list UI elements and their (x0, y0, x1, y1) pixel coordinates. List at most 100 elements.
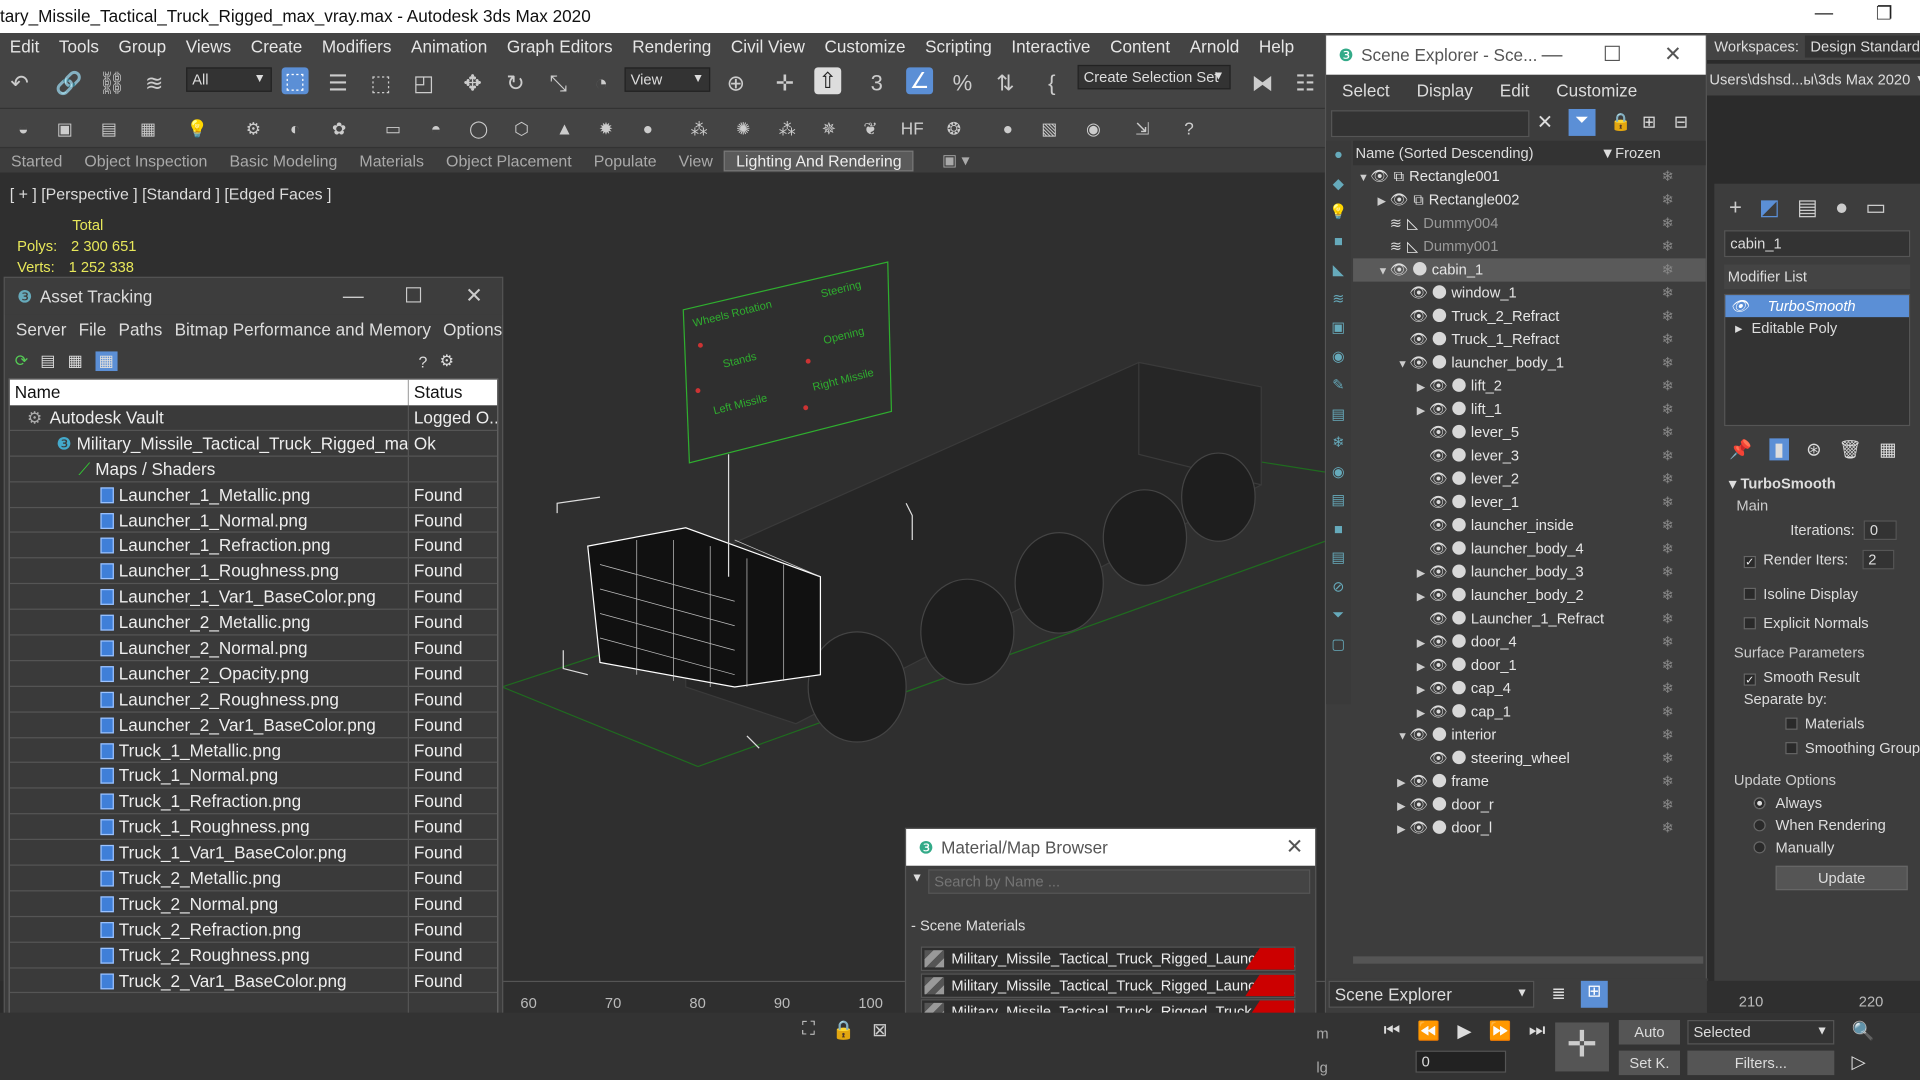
show-end-result-icon[interactable]: ▮ (1769, 438, 1789, 461)
isoline-checkbox[interactable] (1743, 587, 1756, 601)
scene-node[interactable]: ▶ 👁 door_4 ❄ (1353, 631, 1706, 654)
asset-tracking-titlebar[interactable]: ❸ Asset Tracking — ☐ ✕ (4, 277, 503, 315)
always-radio[interactable] (1753, 797, 1766, 810)
menu-arnold[interactable]: Arnold (1180, 37, 1249, 57)
freeze-icon[interactable]: ❄ (1662, 305, 1674, 328)
freeze-icon[interactable]: ❄ (1662, 328, 1674, 351)
menu-help[interactable]: Help (1249, 37, 1304, 57)
menu-tools[interactable]: Tools (49, 37, 109, 57)
freeze-icon[interactable]: ❄ (1662, 375, 1674, 398)
motion-tab-icon[interactable]: ● (1835, 194, 1848, 220)
materials-checkbox[interactable] (1785, 717, 1798, 730)
freeze-icon[interactable]: ❄ (1662, 561, 1674, 584)
asset-row[interactable]: Launcher_2_Opacity.png Found (9, 661, 498, 687)
when-rendering-row[interactable]: When Rendering (1753, 817, 1910, 834)
maximize-icon[interactable]: ☐ (404, 284, 423, 308)
scene-node[interactable]: 👁 Launcher_1_Refract ❄ (1353, 607, 1706, 630)
freeze-icon[interactable]: ❄ (1662, 770, 1674, 793)
visibility-eye-icon[interactable]: 👁 (1429, 563, 1448, 580)
explicit-normals-checkbox[interactable] (1743, 617, 1756, 630)
asset-menu-options[interactable]: Options (437, 320, 508, 340)
align-icon[interactable]: ☷ (1292, 70, 1319, 97)
explicit-normals-row[interactable]: Explicit Normals (1743, 615, 1911, 632)
visibility-eye-icon[interactable]: 👁 (1409, 796, 1428, 813)
scene-node[interactable]: 👁 lever_1 ❄ (1353, 491, 1706, 514)
column-header-name[interactable]: Name (10, 379, 409, 406)
expand-toggle-icon[interactable]: ▶ (1417, 376, 1429, 399)
scene-node[interactable]: ▶ 👁 door_r ❄ (1353, 793, 1706, 816)
ribbon-tab-lighting-and-rendering[interactable]: Lighting And Rendering (723, 150, 914, 171)
menu-modifiers[interactable]: Modifiers (312, 37, 401, 57)
clear-search-icon[interactable]: ✕ (1537, 110, 1553, 134)
freeze-icon[interactable]: ❄ (1662, 747, 1674, 770)
previous-frame-icon[interactable]: ⏪ (1417, 1020, 1440, 1042)
visibility-eye-icon[interactable]: 👁 (1409, 726, 1428, 743)
scene-node[interactable]: ▶ 👁 lift_2 ❄ (1353, 375, 1706, 398)
ribbon-tab-populate[interactable]: Populate (583, 151, 668, 169)
scene-node[interactable]: 👁 lever_3 ❄ (1353, 444, 1706, 467)
named-selection-icon[interactable]: { (1038, 70, 1065, 97)
smoothing-groups-row[interactable]: Smoothing Groups (1785, 740, 1920, 757)
remove-modifier-icon[interactable]: 🗑 (1839, 438, 1862, 461)
box-icon[interactable]: ▭ (380, 115, 407, 142)
scene-node[interactable]: 👁 window_1 ❄ (1353, 282, 1706, 305)
scene-node[interactable]: ▼👁 ⧉ Rectangle001 ❄ (1353, 165, 1706, 188)
asset-row[interactable]: Truck_1_Refraction.png Found (9, 789, 498, 815)
explorer-menu-select[interactable]: Select (1336, 81, 1396, 101)
scene-node[interactable]: ▼👁 cabin_1 ❄ (1353, 258, 1706, 282)
atom-icon[interactable]: ✺ (730, 115, 757, 142)
visibility-eye-icon[interactable]: 👁 (1429, 749, 1448, 766)
scene-node[interactable]: 👁 launcher_inside ❄ (1353, 514, 1706, 537)
scene-node[interactable]: 👁 lever_5 ❄ (1353, 421, 1706, 444)
freeze-icon[interactable]: ❄ (1662, 677, 1674, 700)
visibility-eye-icon[interactable]: 👁 (1429, 424, 1448, 441)
expand-toggle-icon[interactable]: ▶ (1417, 399, 1429, 422)
grid-icon[interactable]: ⁂ (686, 115, 713, 142)
menu-scripting[interactable]: Scripting (915, 37, 1001, 57)
asset-row[interactable]: Truck_2_Roughness.png Found (9, 942, 498, 969)
place-icon[interactable]: ◔ (588, 70, 615, 97)
ribbon-tab-materials[interactable]: Materials (348, 151, 435, 169)
material-search-input[interactable] (928, 869, 1311, 894)
asset-row[interactable]: Launcher_1_Metallic.png Found (9, 482, 498, 508)
manually-radio[interactable] (1753, 841, 1766, 854)
freeze-icon[interactable]: ❄ (1662, 258, 1674, 281)
set-key-icon[interactable]: ✛ (1555, 1022, 1609, 1072)
freeze-icon[interactable]: ❄ (1662, 491, 1674, 514)
expand-toggle-icon[interactable]: ▶ (1378, 190, 1390, 213)
freeze-icon[interactable]: ❄ (1662, 607, 1674, 630)
thumbnail-view-icon[interactable]: ▦ (68, 351, 83, 371)
scene-node[interactable]: ≋ ◺ Dummy001 ❄ (1353, 235, 1706, 258)
ribbon-tab-view[interactable]: View (668, 151, 724, 169)
current-frame-field[interactable]: 0 (1415, 1050, 1507, 1073)
unlink-icon[interactable]: ⛓ (98, 70, 126, 97)
asset-row[interactable]: Launcher_1_Normal.png Found (9, 507, 498, 534)
visibility-eye-icon[interactable]: 👁 (1409, 284, 1428, 301)
asset-row[interactable]: Truck_2_Normal.png Found (9, 891, 498, 917)
iterations-spinner[interactable]: 0 (1863, 520, 1897, 541)
visibility-eye-icon[interactable]: 👁 (1429, 610, 1448, 627)
create-tab-icon[interactable]: + (1729, 194, 1742, 220)
menu-customize[interactable]: Customize (815, 37, 916, 57)
angle-snap-icon[interactable]: ∠ (906, 67, 934, 95)
asset-menu-server[interactable]: Server (10, 320, 73, 340)
mesh-icon[interactable]: ▧ (1036, 115, 1063, 142)
menu-create[interactable]: Create (241, 37, 312, 57)
isolate-icon[interactable]: ⛶ (802, 1019, 815, 1041)
lock-icon[interactable]: 🔒 (1610, 111, 1631, 132)
column-name-sorted[interactable]: Name (Sorted Descending) (1353, 144, 1534, 161)
ribbon-tab-object-placement[interactable]: Object Placement (435, 151, 583, 169)
scene-explorer-titlebar[interactable]: ❸ Scene Explorer - Sce... — ☐ ✕ (1326, 35, 1706, 75)
materials-row[interactable]: Materials (1785, 715, 1910, 732)
keyboard-shortcut-icon[interactable]: ⇧ (814, 67, 842, 95)
asset-row[interactable]: ❸ Military_Missile_Tactical_Truck_Rigged_… (9, 430, 498, 457)
workspace-dropdown[interactable]: Design Standard (1805, 35, 1920, 58)
expand-toggle-icon[interactable]: ▶ (1417, 562, 1429, 585)
freeze-icon[interactable]: ❄ (1662, 235, 1674, 258)
visibility-eye-icon[interactable]: 👁 (1390, 191, 1409, 208)
column-frozen[interactable]: Frozen (1615, 141, 1661, 165)
light-icon[interactable]: 💡 (184, 115, 211, 142)
asset-row[interactable]: Truck_1_Normal.png Found (9, 763, 498, 790)
menu-graph-editors[interactable]: Graph Editors (497, 37, 622, 57)
asset-row[interactable]: ⚙ Autodesk Vault Logged O... (9, 405, 498, 431)
